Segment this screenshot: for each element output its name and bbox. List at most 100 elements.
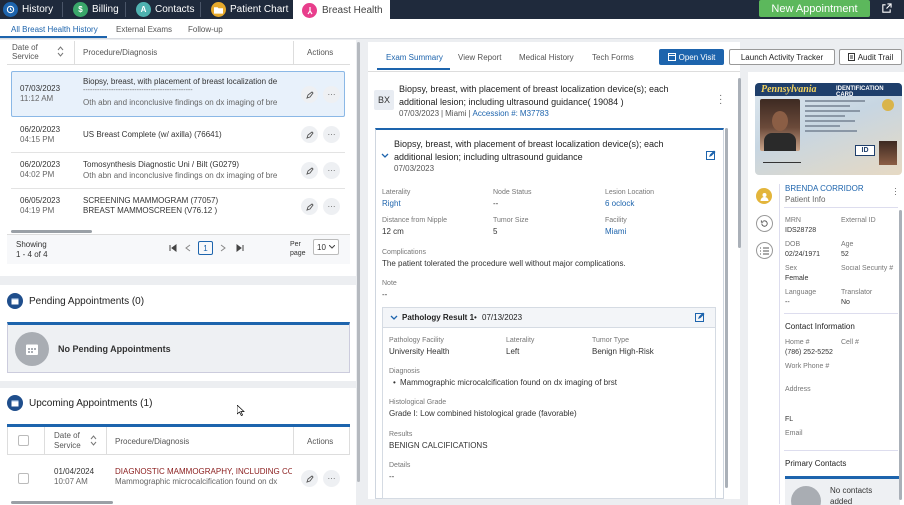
diagnosis-bullet: • <box>393 378 396 387</box>
nav-billing[interactable]: $ Billing <box>73 0 119 19</box>
edit-icon[interactable] <box>706 150 716 160</box>
showing-range: 1 - 4 of 4 <box>16 250 48 259</box>
lesion-location-label: Lesion Location <box>605 189 655 196</box>
more-options-icon[interactable]: ··· <box>323 198 340 215</box>
more-options-icon[interactable]: ··· <box>323 86 340 103</box>
per-page-label: Per page <box>290 241 306 257</box>
section-divider <box>784 313 898 314</box>
id-card-photo <box>760 99 800 151</box>
chevron-down-icon[interactable] <box>390 315 398 321</box>
nav-patient-chart[interactable]: Patient Chart <box>211 0 288 19</box>
row-time: 10:07 AM <box>54 477 88 486</box>
sex-value: Female <box>785 275 809 282</box>
row-date: 06/20/2023 <box>20 125 61 134</box>
exam-card-scrollbar[interactable] <box>725 128 728 488</box>
results-label: Results <box>389 431 413 438</box>
dollar-icon: $ <box>73 2 88 17</box>
history-icon[interactable] <box>756 215 773 232</box>
more-options-icon[interactable]: ··· <box>323 470 340 487</box>
list-icon[interactable] <box>756 242 773 259</box>
tab-medical-history[interactable]: Medical History <box>519 53 574 62</box>
address-state: FL <box>785 416 794 423</box>
exam-card-date: 07/03/2023 <box>394 164 435 173</box>
tab-tech-forms[interactable]: Tech Forms <box>592 53 634 62</box>
nav-breast-health[interactable]: Breast Health <box>293 0 390 21</box>
tab-external-exams[interactable]: External Exams <box>116 19 172 39</box>
address-label: Address <box>785 386 811 393</box>
horizontal-scrollbar[interactable] <box>11 230 92 233</box>
nav-contacts[interactable]: A Contacts <box>136 0 194 19</box>
calendar-empty-icon <box>15 332 49 366</box>
edit-icon[interactable] <box>301 198 318 215</box>
exam-panel-scrollbar[interactable] <box>738 78 741 248</box>
row-checkbox[interactable] <box>18 473 29 484</box>
edit-icon[interactable] <box>301 470 318 487</box>
header-procedure: Procedure/Diagnosis <box>83 48 158 57</box>
dob-label: DOB <box>785 241 801 248</box>
external-link-icon[interactable] <box>881 3 892 14</box>
more-options-icon[interactable]: ··· <box>323 162 340 179</box>
vertical-scrollbar[interactable] <box>357 42 360 482</box>
column-divider <box>74 41 75 65</box>
more-options-icon[interactable]: ··· <box>323 126 340 143</box>
exam-location: Miami <box>445 109 467 118</box>
edit-icon[interactable] <box>695 312 705 322</box>
horizontal-scrollbar[interactable] <box>11 501 113 504</box>
per-page-select[interactable]: 10 <box>313 239 339 255</box>
mouse-cursor-icon <box>237 405 245 416</box>
open-visit-button[interactable]: Open Visit <box>659 49 724 65</box>
tab-exam-summary[interactable]: Exam Summary <box>386 53 443 62</box>
new-appointment-button[interactable]: New Appointment <box>759 0 870 17</box>
edit-icon[interactable] <box>301 126 318 143</box>
select-all-checkbox[interactable] <box>18 435 29 446</box>
sort-icon[interactable] <box>90 435 97 446</box>
column-divider <box>44 427 45 455</box>
next-page-icon[interactable] <box>220 244 226 252</box>
upcoming-appointments-title: Upcoming Appointments (1) <box>29 398 153 409</box>
edit-icon[interactable] <box>301 86 318 103</box>
contact-info-title: Contact Information <box>785 322 855 331</box>
no-contacts-text: No contacts added <box>830 486 873 505</box>
row-time: 04:02 PM <box>20 170 55 179</box>
row-date: 07/03/2023 <box>20 84 61 93</box>
row-diagnosis: Oth abn and inconclusive findings on dx … <box>83 98 278 107</box>
row-diagnosis: Oth abn and inconclusive findings on dx … <box>83 171 278 180</box>
row-diagnosis: Mammographic microcalcification found on… <box>115 477 278 486</box>
kebab-menu-icon[interactable]: · · · <box>894 184 897 199</box>
mrn-value: IDS28728 <box>785 227 817 234</box>
last-page-icon[interactable] <box>236 244 244 252</box>
per-page-value: 10 <box>317 242 326 252</box>
audit-trail-label: Audit Trail <box>857 52 894 62</box>
sort-icon[interactable] <box>57 46 64 57</box>
tab-follow-up[interactable]: Follow-up <box>188 19 223 39</box>
note-value: -- <box>382 290 388 299</box>
note-label: Note <box>382 280 397 287</box>
launch-activity-tracker-button[interactable]: Launch Activity Tracker <box>729 49 835 65</box>
cell-phone-label: Cell # <box>841 339 859 346</box>
nav-history[interactable]: History <box>3 0 53 19</box>
row-procedure: DIAGNOSTIC MAMMOGRAPHY, INCLUDING CO <box>115 467 292 476</box>
header-date-of-service[interactable]: Date of Service <box>12 43 57 61</box>
row-date: 06/20/2023 <box>20 160 61 169</box>
prev-page-icon[interactable] <box>185 244 191 252</box>
audit-trail-button[interactable]: Audit Trail <box>839 49 902 65</box>
id-card-image[interactable]: Pennsylvania IDENTIFICATION CARD ID <box>755 83 902 175</box>
chevron-down-icon[interactable] <box>381 153 389 159</box>
page-number-button[interactable]: 1 <box>198 241 213 255</box>
language-value: -- <box>785 299 790 306</box>
tab-view-report[interactable]: View Report <box>458 53 501 62</box>
patient-panel-scrollbar[interactable] <box>899 210 902 500</box>
patient-name[interactable]: BRENDA CORRIDOR <box>785 184 864 193</box>
user-icon <box>760 192 768 201</box>
row-procedure: SCREENING MAMMOGRAM (77057) <box>83 196 219 205</box>
edit-icon[interactable] <box>301 162 318 179</box>
nav-breast-health-label: Breast Health <box>322 5 383 16</box>
header-date-of-service[interactable]: Date of Service <box>54 431 92 451</box>
nav-divider <box>62 2 63 17</box>
first-page-icon[interactable] <box>169 244 177 252</box>
header-procedure: Procedure/Diagnosis <box>115 437 190 446</box>
work-phone-label: Work Phone # <box>785 363 830 370</box>
pathology-facility-value: University Health <box>389 347 450 356</box>
kebab-menu-icon[interactable]: · · · <box>719 91 722 109</box>
no-pending-text: No Pending Appointments <box>58 344 171 354</box>
